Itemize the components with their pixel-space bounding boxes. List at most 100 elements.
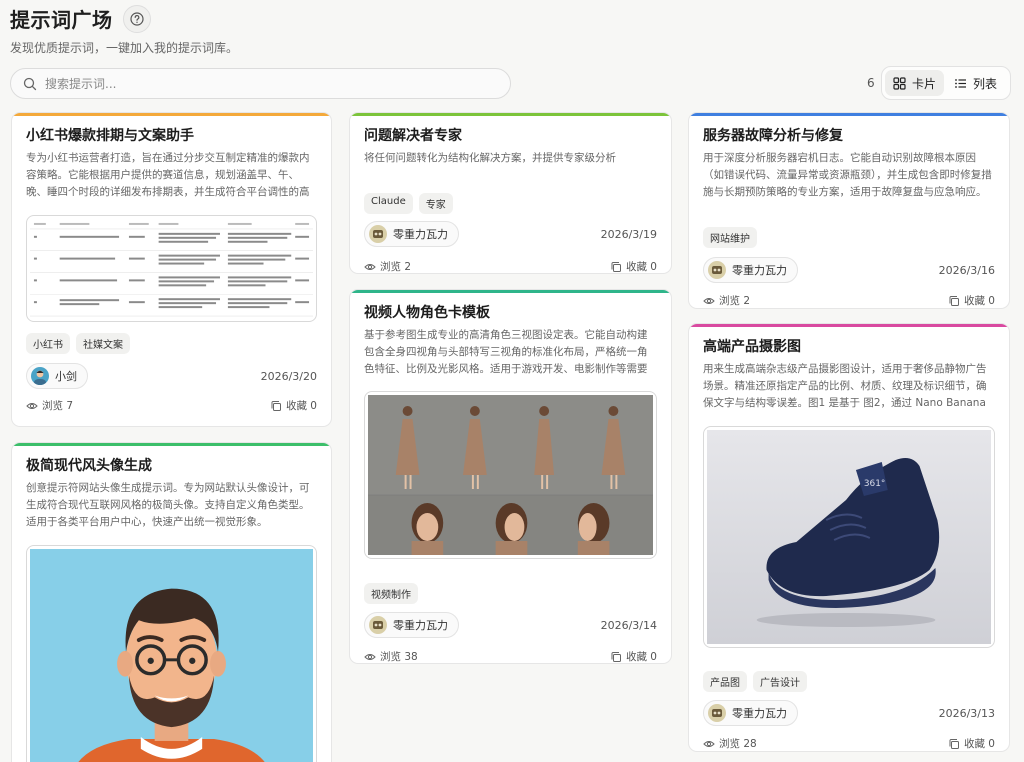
views-stat: 浏览 7 <box>26 398 73 413</box>
card-stats: 浏览 38 收藏 0 <box>364 649 657 663</box>
card-title: 高端产品摄影图 <box>703 339 801 355</box>
card-date: 2026/3/14 <box>600 618 657 632</box>
prompt-card[interactable]: 服务器故障分析与修复 用于深度分析服务器宕机日志。它能自动识别故障根本原因（如错… <box>688 112 1010 309</box>
card-title: 服务器故障分析与修复 <box>703 128 843 144</box>
tag[interactable]: 社媒文案 <box>76 333 130 354</box>
question-icon <box>129 11 144 26</box>
views-count: 浏览 2 <box>380 261 412 273</box>
card-stats: 浏览 2 收藏 0 <box>364 259 657 273</box>
page-title: 提示词广场 <box>10 8 113 32</box>
search-bar[interactable] <box>10 68 511 99</box>
views-stat: 浏览 2 <box>703 293 750 308</box>
copy-icon <box>611 651 621 662</box>
tag[interactable]: 视频制作 <box>364 583 418 604</box>
list-view-label: 列表 <box>973 76 998 91</box>
author-name: 零重力瓦力 <box>732 707 787 720</box>
card-date: 2026/3/19 <box>600 227 657 241</box>
card-title: 视频人物角色卡模板 <box>364 305 490 321</box>
favorite-button[interactable]: 收藏 0 <box>948 736 995 751</box>
tag[interactable]: 专家 <box>418 193 453 214</box>
favorite-button[interactable]: 收藏 0 <box>610 649 657 663</box>
card-description: 专为小红书运营者打造，旨在通过分步交互制定精准的爆款内容策略。它能根据用户提供的… <box>26 152 310 198</box>
card-preview-image: 361° <box>703 426 995 648</box>
favorite-button[interactable]: 收藏 0 <box>948 293 995 308</box>
card-description: 用来生成高端杂志级产品摄影图设计，适用于奢侈品静物广告场景。精准还原指定产品的比… <box>703 363 987 409</box>
eye-icon <box>364 653 376 660</box>
avatar <box>708 704 726 722</box>
card-description: 用于深度分析服务器宕机日志。它能自动识别故障根本原因（如错误代码、流量异常或资源… <box>703 152 992 198</box>
favorites-count: 收藏 0 <box>285 400 317 412</box>
eye-icon <box>364 263 376 270</box>
views-stat: 浏览 38 <box>364 649 418 663</box>
eye-icon <box>703 740 715 747</box>
card-accent-bar <box>350 113 671 116</box>
prompt-card[interactable]: 极简现代风头像生成 创意提示符网站头像生成提示词。专为网站默认头像设计，可生成符… <box>11 442 332 762</box>
author-chip[interactable]: 零重力瓦力 <box>703 700 798 726</box>
card-view-button[interactable]: 卡片 <box>885 70 945 96</box>
favorite-button[interactable]: 收藏 0 <box>610 259 657 273</box>
help-button[interactable] <box>122 4 151 33</box>
page-subtitle: 发现优质提示词，一键加入我的提示词库。 <box>10 41 239 55</box>
author-chip[interactable]: 零重力瓦力 <box>364 221 459 247</box>
shoe-logo-text: 361° <box>864 479 886 489</box>
card-title: 极简现代风头像生成 <box>26 458 152 474</box>
prompt-card[interactable]: 问题解决者专家 将任何问题转化为结构化解决方案，并提供专家级分析 Claude … <box>349 112 672 274</box>
card-meta: 零重力瓦力 2026/3/14 <box>364 612 657 638</box>
views-count: 浏览 28 <box>719 738 757 750</box>
search-input[interactable] <box>45 76 485 91</box>
tag[interactable]: Claude <box>364 193 413 214</box>
favorites-count: 收藏 0 <box>963 738 995 750</box>
copy-icon <box>271 400 281 411</box>
views-count: 浏览 38 <box>380 651 418 663</box>
avatar <box>31 367 49 385</box>
card-accent-bar <box>689 324 1009 327</box>
card-meta: 小剑 2026/3/20 <box>26 363 317 389</box>
grid-icon <box>893 76 906 90</box>
card-date: 2026/3/20 <box>260 369 317 383</box>
card-tags: 视频制作 <box>364 583 657 604</box>
card-stats: 浏览 28 收藏 0 <box>703 736 995 751</box>
card-date: 2026/3/16 <box>938 263 995 277</box>
author-chip[interactable]: 小剑 <box>26 363 88 389</box>
card-preview-image <box>364 391 657 559</box>
author-name: 零重力瓦力 <box>393 619 448 632</box>
tag[interactable]: 广告设计 <box>753 671 807 692</box>
card-accent-bar <box>350 290 671 293</box>
views-count: 浏览 7 <box>42 400 74 412</box>
card-stats: 浏览 2 收藏 0 <box>703 293 995 308</box>
copy-icon <box>611 261 621 272</box>
avatar <box>708 261 726 279</box>
list-view-button[interactable]: 列表 <box>946 70 1005 96</box>
card-description: 将任何问题转化为结构化解决方案，并提供专家级分析 <box>364 152 616 164</box>
favorites-count: 收藏 0 <box>963 295 995 307</box>
copy-icon <box>949 295 959 306</box>
card-accent-bar <box>12 113 331 116</box>
schedule-table-image <box>30 219 313 318</box>
author-name: 小剑 <box>55 370 77 383</box>
card-meta: 零重力瓦力 2026/3/16 <box>703 257 995 283</box>
sneaker-photo-image: 361° <box>707 430 991 644</box>
favorites-count: 收藏 0 <box>625 261 657 273</box>
tag[interactable]: 网站维护 <box>703 227 757 248</box>
author-chip[interactable]: 零重力瓦力 <box>364 612 459 638</box>
author-chip[interactable]: 零重力瓦力 <box>703 257 798 283</box>
prompt-card[interactable]: 高端产品摄影图 用来生成高端杂志级产品摄影图设计，适用于奢侈品静物广告场景。精准… <box>688 323 1010 752</box>
eye-icon <box>26 402 38 409</box>
page-header: 提示词广场 发现优质提示词，一键加入我的提示词库。 <box>10 4 238 56</box>
tag[interactable]: 小红书 <box>26 333 70 354</box>
tag[interactable]: 产品图 <box>703 671 747 692</box>
card-tags: 产品图 广告设计 <box>703 671 995 692</box>
prompt-card[interactable]: 小红书爆款排期与文案助手 专为小红书运营者打造，旨在通过分步交互制定精准的爆款内… <box>11 112 332 427</box>
card-accent-bar <box>12 443 331 446</box>
card-accent-bar <box>689 113 1009 116</box>
prompt-card[interactable]: 视频人物角色卡模板 基于参考图生成专业的高清角色三视图设定表。它能自动构建包含全… <box>349 289 672 664</box>
card-title: 问题解决者专家 <box>364 128 462 144</box>
author-name: 零重力瓦力 <box>732 264 787 277</box>
result-count: 6 <box>867 76 875 90</box>
card-description: 基于参考图生成专业的高清角色三视图设定表。它能自动构建包含全身四视角与头部特写三… <box>364 329 648 375</box>
views-count: 浏览 2 <box>719 295 751 307</box>
list-icon <box>955 78 967 88</box>
avatar-illustration-image <box>30 549 313 762</box>
favorite-button[interactable]: 收藏 0 <box>270 398 317 413</box>
views-stat: 浏览 28 <box>703 736 757 751</box>
